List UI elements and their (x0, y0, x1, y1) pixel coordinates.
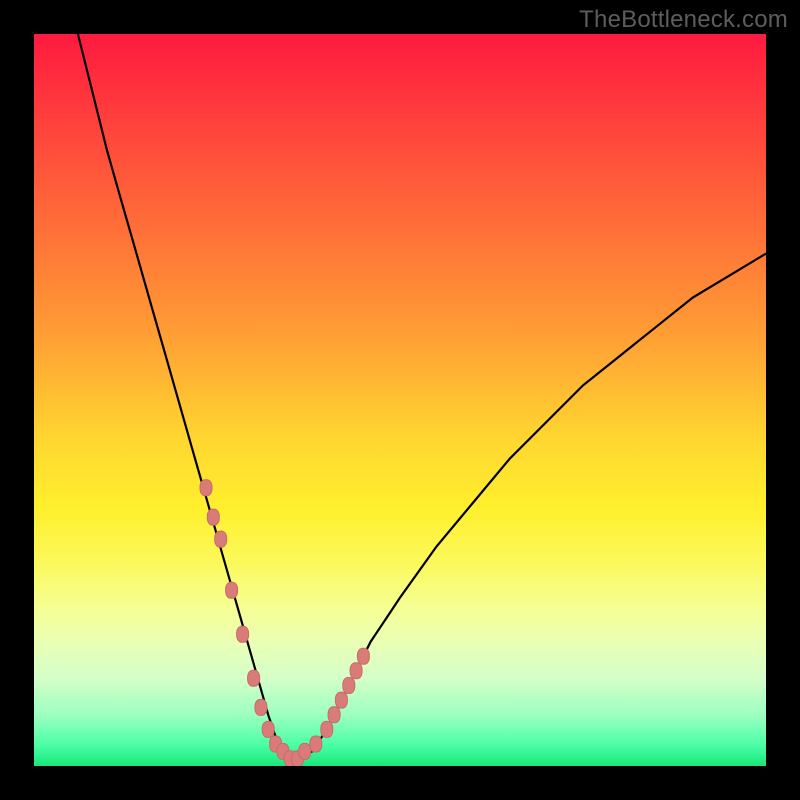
marker-point (262, 721, 274, 737)
chart-frame: TheBottleneck.com (0, 0, 800, 800)
marker-point (321, 721, 333, 737)
marker-point (248, 670, 260, 686)
marker-point (207, 509, 219, 525)
watermark-text: TheBottleneck.com (579, 6, 788, 34)
marker-point (226, 582, 238, 598)
marker-point (357, 648, 369, 664)
marker-point (335, 692, 347, 708)
marker-point (328, 707, 340, 723)
plot-area (34, 34, 766, 766)
marker-point (215, 531, 227, 547)
marker-point (350, 663, 362, 679)
marker-point (200, 480, 212, 496)
bottleneck-curve (78, 34, 766, 759)
highlight-markers (200, 480, 369, 766)
marker-point (237, 626, 249, 642)
marker-point (255, 699, 267, 715)
marker-point (310, 736, 322, 752)
curve-layer (34, 34, 766, 766)
marker-point (343, 678, 355, 694)
marker-point (299, 743, 311, 759)
